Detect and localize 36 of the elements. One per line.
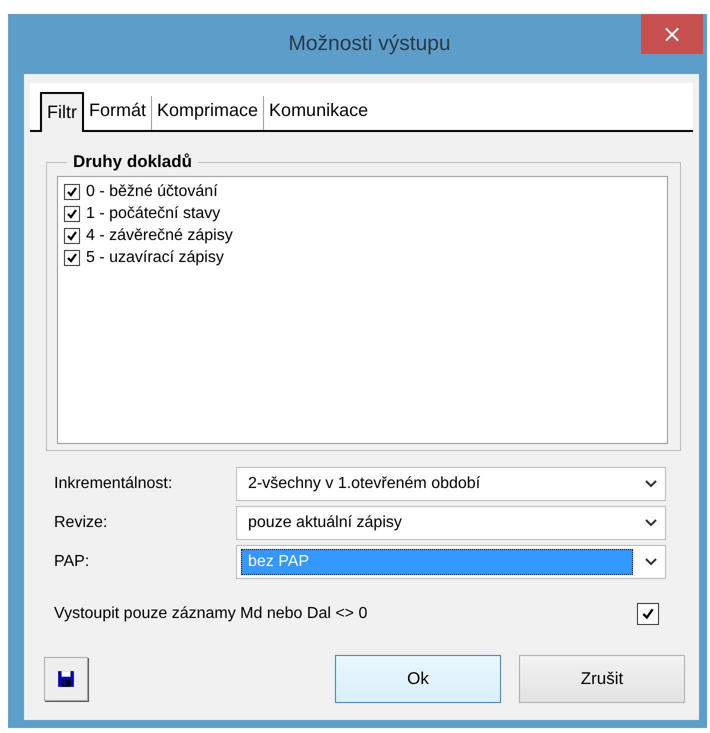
- field-label: Inkrementálnost:: [54, 475, 174, 493]
- tab[interactable]: Formát: [84, 96, 152, 130]
- checkbox[interactable]: [64, 228, 80, 244]
- field-label: Revize:: [54, 514, 108, 532]
- checkmark-icon: [641, 607, 655, 621]
- checkbox[interactable]: [637, 603, 659, 625]
- tab[interactable]: Komunikace: [263, 96, 374, 130]
- tab[interactable]: Filtr: [40, 92, 84, 132]
- checkmark-icon: [66, 186, 78, 198]
- checkbox[interactable]: [64, 206, 80, 222]
- chevron-icon: [645, 480, 657, 488]
- checkbox[interactable]: [64, 250, 80, 266]
- checkbox[interactable]: [64, 184, 80, 200]
- dropdown[interactable]: pouze aktuální zápisy: [236, 506, 666, 540]
- tab[interactable]: Komprimace: [151, 96, 264, 130]
- option-label: Vystoupit pouze záznamy Md nebo Dal <> 0: [54, 605, 368, 623]
- chevron-icon: [645, 558, 657, 566]
- list-item-label: 1 - počáteční stavy: [86, 205, 220, 223]
- group-title: Druhy dokladů: [72, 152, 194, 172]
- checkmark-icon: [66, 252, 78, 264]
- window-title: Možnosti výstupu: [288, 32, 451, 56]
- close-button[interactable]: ×: [641, 14, 703, 54]
- checkmark-icon: [66, 208, 78, 220]
- dropdown-value: 2-všechny v 1.otevřeném období: [247, 474, 482, 494]
- dialog-button[interactable]: Zrušit: [519, 655, 685, 703]
- field-label: PAP:: [54, 553, 90, 571]
- dropdown-value: bez PAP: [241, 549, 633, 575]
- list-item-label: 4 - závěrečné zápisy: [86, 227, 233, 245]
- save-button[interactable]: [44, 657, 88, 701]
- list-item-label: 0 - běžné účtování: [86, 183, 218, 201]
- list-item-label: 5 - uzavírací zápisy: [86, 249, 224, 267]
- dropdown-value: pouze aktuální zápisy: [247, 513, 403, 533]
- chevron-icon: [645, 519, 657, 527]
- dropdown[interactable]: 2-všechny v 1.otevřeném období: [236, 467, 666, 501]
- dialog-button[interactable]: Ok: [335, 655, 501, 703]
- checkmark-icon: [66, 230, 78, 242]
